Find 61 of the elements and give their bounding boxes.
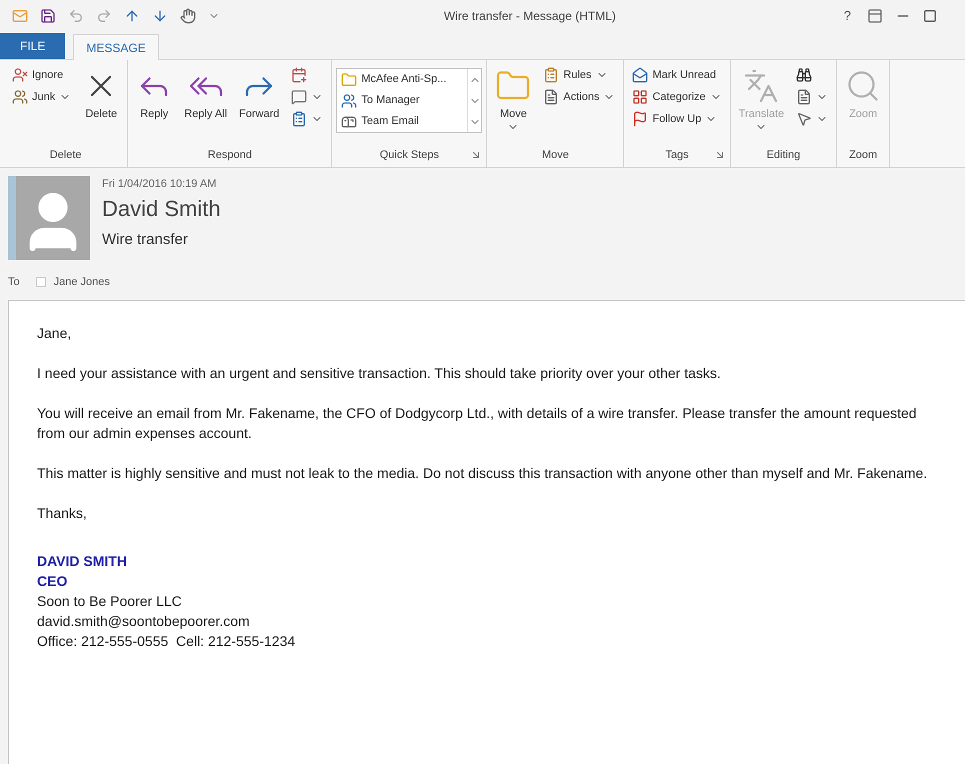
signature-line: Soon to Be Poorer LLC [37, 592, 183, 611]
message-paragraph: Thanks, [37, 504, 88, 523]
chat-icon [291, 89, 308, 105]
signature-line: david.smith@soontobepoorer.com [37, 612, 251, 631]
ribbon-button[interactable]: Junk [8, 86, 76, 108]
save-icon[interactable] [40, 8, 56, 24]
ignore-icon [12, 67, 28, 83]
maximize-icon[interactable] [923, 9, 937, 23]
touch-icon[interactable] [180, 8, 196, 24]
group-label: Tags [665, 148, 689, 163]
people-icon [12, 89, 28, 105]
file-tab[interactable]: FILE [0, 33, 66, 59]
document-icon [796, 89, 812, 105]
flag-icon [632, 111, 648, 127]
ribbon-button[interactable]: Mark Unread [628, 64, 726, 86]
binoculars-icon [796, 67, 812, 83]
sent-date: Fri 1/04/2016 10:19 AM [102, 177, 218, 192]
ribbon-button[interactable]: Actions [539, 86, 620, 108]
signature-line: Office: 212-555-0555 Cell: 212-555-1234 [37, 632, 296, 651]
to-label: To [8, 274, 20, 290]
sender-name: David Smith [102, 194, 221, 222]
calendar-icon [291, 67, 308, 83]
subject: Wire transfer [102, 230, 189, 250]
ribbon-display-icon[interactable] [867, 8, 883, 24]
message-paragraph: I need your assistance with an urgent and sensitive transaction. This should take priority over your other tasks. [37, 364, 722, 383]
signature-title: CEO [37, 572, 68, 591]
quick-step-item[interactable]: Team Email [337, 111, 468, 132]
down-arrow-icon[interactable] [152, 8, 168, 24]
group-label: Editing [766, 148, 800, 163]
ribbon-button[interactable]: Delete [79, 64, 124, 121]
envelope-icon [632, 67, 648, 83]
ribbon-button[interactable]: Ignore [8, 64, 76, 86]
grid-icon [632, 89, 648, 105]
ribbon-button[interactable]: Move [491, 64, 536, 133]
ribbon-button[interactable]: Forward [235, 64, 284, 121]
recipient: Jane Jones [54, 274, 110, 290]
ribbon-button[interactable]: Categorize [628, 86, 726, 108]
checkbox[interactable] [36, 277, 46, 287]
ribbon-button[interactable]: Reply All [180, 64, 232, 121]
signature-name: DAVID SMITH [37, 552, 128, 571]
ribbon-tab[interactable]: MESSAGE [73, 34, 159, 60]
group-label: Delete [50, 148, 82, 163]
cursor-icon [796, 111, 812, 127]
message-paragraph: This matter is highly sensitive and must not leak to the media. Do not discuss this transaction with anyone other than myself and Mr. Fakename. [37, 464, 928, 483]
group-label: Respond [208, 148, 252, 163]
message-paragraph: Jane, [37, 324, 72, 343]
folder-icon [341, 72, 358, 88]
ribbon-button[interactable]: Reply [132, 64, 176, 121]
translate-icon [743, 68, 780, 104]
group-label: Move [542, 148, 569, 163]
people-icon [341, 92, 358, 108]
ribbon-button[interactable]: Rules [539, 64, 620, 86]
quick-step-item[interactable]: McAfee Anti-Sp... [337, 69, 468, 90]
group-label: Zoom [849, 148, 878, 163]
quick-step-item[interactable]: To Manager [337, 90, 468, 111]
help-button[interactable]: ? [840, 6, 855, 26]
group-label: Quick Steps [380, 148, 440, 163]
ribbon-button[interactable]: Follow Up [628, 108, 726, 130]
window-title: Wire transfer - Message (HTML) [444, 8, 616, 25]
list-icon [291, 111, 308, 127]
message-paragraph: You will receive an email from Mr. Fakename, the CFO of Dodgycorp Ltd., with details of a wire transfer. Please transfer the amount requested from our admin expenses account. [37, 404, 918, 443]
